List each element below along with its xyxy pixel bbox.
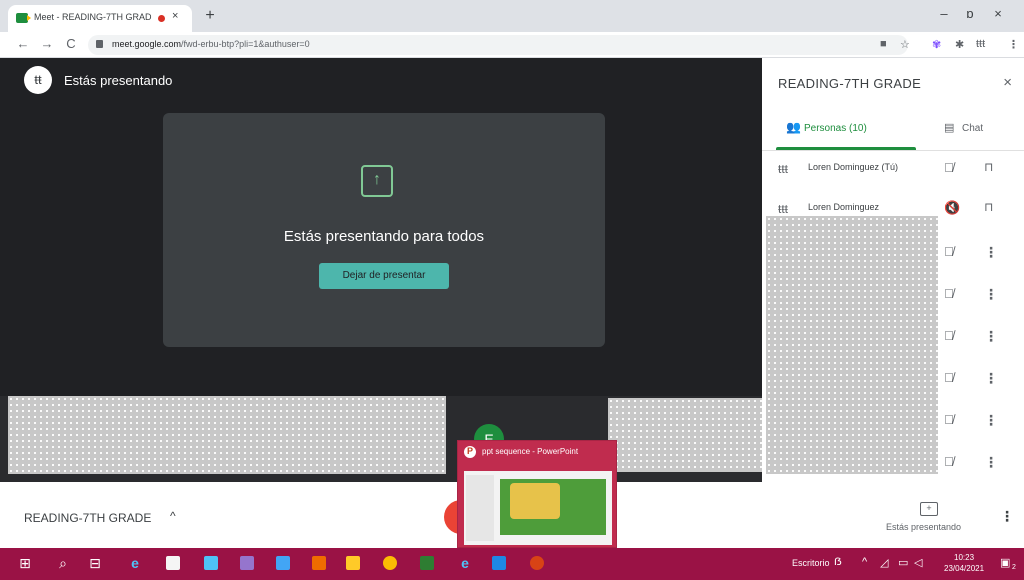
bookmark-star-icon[interactable]: ☆: [900, 38, 910, 51]
forward-button[interactable]: →: [38, 36, 56, 51]
notifications-icon[interactable]: ▣: [1000, 556, 1010, 569]
redacted-participant-names: [766, 216, 938, 474]
edge-legacy-icon[interactable]: e: [126, 554, 144, 572]
mic-off-icon[interactable]: 🎙̸: [944, 454, 954, 469]
mic-off-icon[interactable]: 🎙̸: [944, 328, 954, 343]
more-options-icon[interactable]: ⋮: [984, 370, 998, 387]
camera-indicator-icon[interactable]: ■: [880, 38, 887, 50]
network-icon[interactable]: ◿: [880, 556, 888, 569]
share-message: Estás presentando para todos: [283, 228, 485, 245]
meet-favicon-icon: [16, 13, 31, 23]
slide-thumbnails-pane: [466, 475, 494, 541]
mic-off-icon[interactable]: 🎙̸: [944, 370, 954, 385]
preview-title: ppt sequence - PowerPoint: [482, 447, 579, 456]
tab-people[interactable]: 👥 Personas (10): [762, 114, 928, 150]
close-window-button[interactable]: ×: [988, 6, 1008, 21]
mic-off-icon[interactable]: 🎙̸: [944, 160, 954, 175]
tab-chat-label: Chat: [962, 123, 984, 134]
people-icon: 👥: [786, 120, 801, 134]
more-options-icon[interactable]: ⋮: [984, 412, 998, 429]
url-text: meet.google.com/fwd-erbu-btp?pli=1&authu…: [112, 39, 310, 49]
clock-time: 10:23: [954, 553, 975, 562]
word-icon[interactable]: [492, 556, 506, 570]
browser-tab-meet[interactable]: Meet - READING-7TH GRAD ×: [8, 5, 192, 32]
presenting-header: ŧŧ Estás presentando: [24, 66, 172, 94]
desktop-toolbar-label[interactable]: Escritorio: [792, 558, 830, 568]
pin-icon[interactable]: ⊓: [984, 160, 993, 174]
screen-share-card: ↑ Estás presentando para todos Dejar de …: [163, 113, 605, 347]
chrome-icon[interactable]: [383, 556, 397, 570]
app-icon[interactable]: [312, 556, 326, 570]
participant-name: Loren Dominguez: [808, 202, 880, 212]
address-bar-row: ← → C meet.google.com/fwd-erbu-btp?pli=1…: [0, 32, 1024, 58]
clock[interactable]: 10:23 23/04/2021: [944, 552, 984, 574]
presenting-label: Estás presentando: [64, 72, 173, 88]
battery-icon[interactable]: ▭: [898, 556, 908, 569]
present-screen-icon: ↑: [361, 165, 393, 197]
more-options-icon[interactable]: ⋮: [984, 328, 998, 345]
more-options-icon[interactable]: ⋮: [984, 454, 998, 471]
chevron-up-icon[interactable]: ^: [170, 509, 176, 523]
slide-image: [510, 483, 560, 519]
clock-date: 23/04/2021: [944, 564, 985, 573]
task-view-icon[interactable]: ⊟: [86, 554, 104, 572]
more-options-icon[interactable]: ⋮: [984, 286, 998, 303]
recording-indicator-icon: [158, 15, 165, 22]
powerpoint-preview-popup[interactable]: ppt sequence - PowerPoint: [457, 440, 617, 548]
powerpoint-icon: [464, 446, 476, 458]
extensions-puzzle-icon[interactable]: ✱: [955, 38, 964, 51]
photos-icon[interactable]: [276, 556, 290, 570]
chevron-up-icon[interactable]: ^: [862, 556, 867, 568]
url-input[interactable]: meet.google.com/fwd-erbu-btp?pli=1&authu…: [88, 35, 908, 55]
store-icon[interactable]: [166, 556, 180, 570]
list-item[interactable]: ŧŧŧ Loren Dominguez (Tú) 🎙̸ ⊓: [762, 150, 1024, 190]
preview-thumbnail[interactable]: [464, 471, 612, 545]
windows-start-icon[interactable]: ⊞: [16, 554, 34, 572]
lock-icon: [96, 40, 103, 48]
tab-chat[interactable]: ▤ Chat: [932, 114, 1024, 150]
new-tab-button[interactable]: +: [200, 7, 220, 27]
profile-avatar-icon[interactable]: ŧŧŧ: [976, 38, 985, 50]
powerpoint-taskbar-icon[interactable]: [530, 556, 544, 570]
browser-tab-strip: Meet - READING-7TH GRAD × + – ɒ ×: [0, 0, 1024, 32]
people-tray-icon[interactable]: ẞ: [834, 556, 842, 568]
panel-close-button[interactable]: ×: [1003, 74, 1012, 91]
meet-app-icon[interactable]: [420, 556, 434, 570]
mic-off-icon[interactable]: 🎙̸: [944, 286, 954, 301]
mic-off-icon[interactable]: 🎙̸: [944, 244, 954, 259]
tab-close-button[interactable]: ×: [172, 10, 178, 22]
present-status-label: Estás presentando: [886, 522, 962, 532]
avatar: ŧŧ: [24, 66, 52, 94]
redacted-video-tiles: [8, 396, 446, 474]
more-options-icon[interactable]: ⋮: [984, 244, 998, 261]
volume-off-icon[interactable]: 🔇: [944, 200, 960, 216]
volume-icon[interactable]: ◁: [914, 556, 922, 569]
present-now-icon[interactable]: +: [920, 502, 938, 516]
mic-off-icon[interactable]: 🎙̸: [944, 412, 954, 427]
edge-icon[interactable]: e: [456, 554, 474, 572]
avatar: ŧŧŧ: [778, 202, 789, 216]
minimize-button[interactable]: –: [934, 6, 954, 21]
reload-button[interactable]: C: [62, 36, 80, 51]
file-explorer-icon[interactable]: [346, 556, 360, 570]
notifications-count: 2: [1012, 564, 1016, 571]
search-icon[interactable]: ⌕: [54, 554, 72, 572]
panel-title: READING-7TH GRADE: [778, 76, 922, 91]
back-button[interactable]: ←: [14, 36, 32, 51]
tab-people-label: Personas (10): [804, 123, 867, 134]
extension-icon[interactable]: ✾: [932, 38, 941, 51]
browser-menu-icon[interactable]: ⋮: [1008, 38, 1019, 51]
more-options-button[interactable]: ⋮: [1000, 508, 1014, 525]
mail-icon[interactable]: [204, 556, 218, 570]
chat-icon: ▤: [944, 122, 955, 134]
pin-icon[interactable]: ⊓: [984, 200, 993, 214]
avatar: ŧŧŧ: [778, 162, 789, 176]
tab-title: Meet - READING-7TH GRAD: [34, 12, 152, 22]
windows-taskbar: ⊞ ⌕ ⊟ e e Escritorio ẞ ^ ◿ ▭ ◁ 10:23 23/…: [0, 548, 1024, 580]
paint-icon[interactable]: [240, 556, 254, 570]
restore-button[interactable]: ɒ: [960, 6, 980, 21]
stop-presenting-button[interactable]: Dejar de presentar: [319, 263, 449, 289]
meeting-title[interactable]: READING-7TH GRADE: [24, 511, 151, 525]
participant-name: Loren Dominguez (Tú): [808, 162, 899, 172]
